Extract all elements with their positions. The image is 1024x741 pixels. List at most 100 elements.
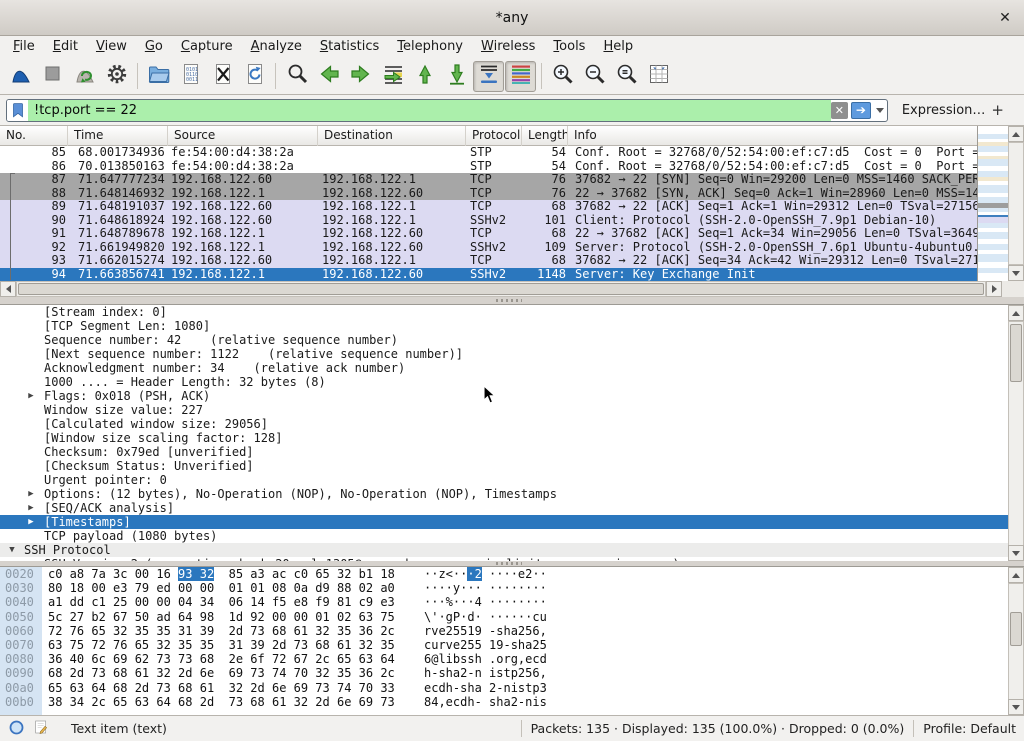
display-filter-input[interactable]: !tcp.port == 22 [28, 100, 831, 121]
go-last-button[interactable] [441, 61, 472, 92]
hex-row-0070[interactable]: 007063 75 72 76 65 32 35 35 31 39 2d 73 … [0, 638, 1024, 652]
hex-row-0090[interactable]: 009068 2d 73 68 61 32 2d 6e 69 73 74 70 … [0, 666, 1024, 680]
clear-filter-button[interactable]: ✕ [831, 102, 848, 119]
packet-row-90[interactable]: 9071.648618924192.168.122.60192.168.122.… [0, 214, 977, 228]
packet-row-85[interactable]: 8568.001734936fe:54:00:d4:38:2aSTP54Conf… [0, 146, 977, 160]
detail-line[interactable]: ▼SSH Protocol [0, 543, 1008, 557]
expander-closed-icon[interactable]: ▶ [25, 501, 37, 515]
detail-line[interactable]: [Stream index: 0] [0, 305, 1008, 319]
detail-line[interactable]: 1000 .... = Header Length: 32 bytes (8) [0, 375, 1008, 389]
go-to-packet-button[interactable] [377, 61, 408, 92]
column-header-no[interactable]: No. [0, 126, 68, 146]
packet-row-92[interactable]: 9271.661949820192.168.122.1192.168.122.6… [0, 241, 977, 255]
column-header-time[interactable]: Time [68, 126, 168, 146]
zoom-in-button[interactable] [547, 61, 578, 92]
filter-history-dropdown[interactable] [874, 100, 887, 121]
hex-row-0060[interactable]: 006072 76 65 32 35 35 31 39 2d 73 68 61 … [0, 624, 1024, 638]
menu-item-help[interactable]: Help [594, 37, 642, 57]
detail-line[interactable]: ▶[SEQ/ACK analysis] [0, 501, 1008, 515]
menu-item-statistics[interactable]: Statistics [311, 37, 388, 57]
packet-row-89[interactable]: 8971.648191037192.168.122.60192.168.122.… [0, 200, 977, 214]
menu-item-telephony[interactable]: Telephony [388, 37, 472, 57]
expander-closed-icon[interactable]: ▶ [25, 515, 37, 529]
detail-line[interactable]: ▶Flags: 0x018 (PSH, ACK) [0, 389, 1008, 403]
details-scrollbar-trough[interactable] [1008, 321, 1024, 546]
detail-line[interactable]: Window size value: 227 [0, 403, 1008, 417]
detail-line[interactable]: Checksum: 0x79ed [unverified] [0, 445, 1008, 459]
scroll-right-button[interactable] [986, 281, 1002, 297]
menu-item-edit[interactable]: Edit [44, 37, 87, 57]
capture-options-button[interactable] [101, 61, 132, 92]
column-header-protocol[interactable]: Protocol [466, 126, 522, 146]
detail-line[interactable]: Acknowledgment number: 34 (relative ack … [0, 361, 1008, 375]
colorize-button[interactable] [505, 61, 536, 92]
add-filter-button[interactable]: + [985, 101, 1010, 119]
hex-row-0030[interactable]: 003080 18 00 e3 79 ed 00 00 01 01 08 0a … [0, 581, 1024, 595]
details-scroll-up-button[interactable] [1008, 305, 1024, 321]
menu-item-go[interactable]: Go [136, 37, 172, 57]
column-header-destination[interactable]: Destination [318, 126, 466, 146]
find-packet-button[interactable] [281, 61, 312, 92]
file-save-button[interactable]: 010101100011 [175, 61, 206, 92]
bytes-scrollbar-thumb[interactable] [1010, 612, 1022, 646]
packet-row-86[interactable]: 8670.013850163fe:54:00:d4:38:2aSTP54Conf… [0, 160, 977, 174]
expression-button[interactable]: Expression… [902, 103, 986, 118]
expander-open-icon[interactable]: ▼ [6, 543, 18, 557]
apply-filter-button[interactable]: ➔ [851, 102, 871, 119]
expander-closed-icon[interactable]: ▶ [25, 487, 37, 501]
detail-line[interactable]: Sequence number: 42 (relative sequence n… [0, 333, 1008, 347]
auto-scroll-button[interactable] [473, 61, 504, 92]
detail-line[interactable]: [Calculated window size: 29056] [0, 417, 1008, 431]
go-first-button[interactable] [409, 61, 440, 92]
file-open-button[interactable] [143, 61, 174, 92]
vertical-scrollbar-trough[interactable] [1008, 142, 1024, 265]
zoom-out-button[interactable] [579, 61, 610, 92]
scroll-left-button[interactable] [0, 281, 16, 297]
hex-row-00b0[interactable]: 00b038 34 2c 65 63 64 68 2d 73 68 61 32 … [0, 695, 1024, 709]
filter-bookmark-icon[interactable] [7, 100, 28, 121]
column-header-length[interactable]: Length [522, 126, 568, 146]
packet-list-minimap-scrollbar[interactable] [977, 126, 1008, 281]
menu-item-capture[interactable]: Capture [172, 37, 242, 57]
title-bar[interactable]: *any ✕ [0, 0, 1024, 36]
packet-row-91[interactable]: 9171.648789678192.168.122.1192.168.122.6… [0, 227, 977, 241]
details-scrollbar-thumb[interactable] [1010, 324, 1022, 382]
file-close-button[interactable] [207, 61, 238, 92]
detail-line[interactable]: [TCP Segment Len: 1080] [0, 319, 1008, 333]
bytes-scrollbar-trough[interactable] [1008, 583, 1024, 700]
resize-columns-button[interactable] [643, 61, 674, 92]
packet-row-88[interactable]: 8871.648146932192.168.122.1192.168.122.6… [0, 187, 977, 201]
go-forward-button[interactable] [345, 61, 376, 92]
capture-restart-button[interactable] [69, 61, 100, 92]
menu-item-tools[interactable]: Tools [544, 37, 594, 57]
capture-start-button[interactable] [5, 61, 36, 92]
profile-button[interactable]: Profile: Default [923, 721, 1016, 736]
detail-line[interactable]: [Window size scaling factor: 128] [0, 431, 1008, 445]
menu-item-file[interactable]: File [4, 37, 44, 57]
display-filter-entry[interactable]: !tcp.port == 22 ✕ ➔ [6, 99, 888, 122]
hex-row-0050[interactable]: 00505c 27 b2 67 50 ad 64 98 1d 92 00 00 … [0, 610, 1024, 624]
expander-closed-icon[interactable]: ▶ [25, 389, 37, 403]
menu-item-wireless[interactable]: Wireless [472, 37, 544, 57]
menu-item-analyze[interactable]: Analyze [242, 37, 311, 57]
detail-line[interactable]: [Next sequence number: 1122 (relative se… [0, 347, 1008, 361]
column-header-source[interactable]: Source [168, 126, 318, 146]
scroll-up-button[interactable] [1008, 126, 1024, 142]
pane-splitter-top[interactable] [0, 297, 1024, 304]
detail-line[interactable]: TCP payload (1080 bytes) [0, 529, 1008, 543]
capture-comment-icon[interactable] [33, 719, 49, 738]
scroll-down-button[interactable] [1008, 265, 1024, 281]
go-back-button[interactable] [313, 61, 344, 92]
packet-row-93[interactable]: 9371.662015274192.168.122.60192.168.122.… [0, 254, 977, 268]
packet-row-94[interactable]: 9471.663856741192.168.122.1192.168.122.6… [0, 268, 977, 282]
hex-row-00a0[interactable]: 00a065 63 64 68 2d 73 68 61 32 2d 6e 69 … [0, 681, 1024, 695]
detail-line[interactable]: ▶Options: (12 bytes), No-Operation (NOP)… [0, 487, 1008, 501]
details-scroll-down-button[interactable] [1008, 545, 1024, 561]
horizontal-scrollbar-trough[interactable] [16, 281, 986, 297]
detail-line[interactable]: [Checksum Status: Unverified] [0, 459, 1008, 473]
column-header-info[interactable]: Info [568, 126, 1008, 146]
expert-info-icon[interactable] [8, 719, 25, 739]
horizontal-scrollbar[interactable] [0, 281, 1002, 297]
detail-line[interactable]: Urgent pointer: 0 [0, 473, 1008, 487]
hex-row-0040[interactable]: 0040a1 dd c1 25 00 00 04 34 06 14 f5 e8 … [0, 595, 1024, 609]
